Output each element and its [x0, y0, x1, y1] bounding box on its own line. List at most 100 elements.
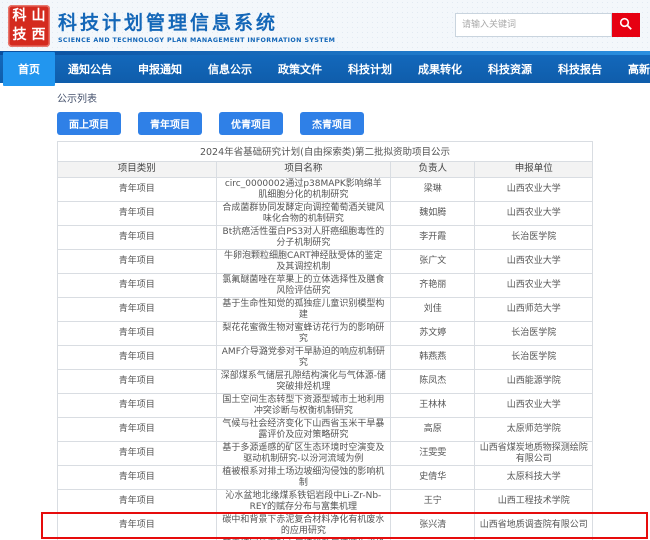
nav-item-label: 政策文件 — [278, 61, 322, 77]
cell-category: 青年项目 — [58, 250, 216, 273]
page: 科 山 技 西 科技计划管理信息系统 SCIENCE AND TECHNOLOG… — [0, 0, 650, 540]
table-row[interactable]: 青年项目 Bt抗癌活性蛋白PS3对人肝癌细胞毒性的分子机制研究 李开霞 长治医学… — [58, 226, 592, 250]
cell-project-name: 植被根系对排土场边坡细沟侵蚀的影响机制 — [216, 466, 391, 489]
filter-button-label: 杰青项目 — [312, 120, 352, 131]
table-row[interactable]: 青年项目 基于多源遥感的矿区生态环境时空演变及驱动机制研究-以汾河流域为例 汪雯… — [58, 442, 592, 466]
cell-unit: 山西农业大学 — [474, 274, 591, 297]
table-row[interactable]: 青年项目 基于生命性知觉的孤独症儿童识别模型构建 刘佳 山西师范大学 — [58, 298, 592, 322]
nav-item[interactable]: 信息公示 — [195, 55, 265, 83]
column-header-unit: 申报单位 — [474, 162, 591, 177]
cell-category: 青年项目 — [58, 490, 216, 513]
nav-item[interactable]: 科技资源 — [475, 55, 545, 83]
cell-category: 青年项目 — [58, 466, 216, 489]
filter-button-label: 优青项目 — [231, 120, 271, 131]
table-header-row: 项目类别 项目名称 负责人 申报单位 — [58, 162, 592, 178]
logo-char: 西 — [32, 27, 46, 44]
cell-leader: 王林林 — [390, 394, 474, 417]
nav-item[interactable]: 高新企业 — [615, 55, 650, 83]
column-header-name: 项目名称 — [216, 162, 391, 177]
cell-unit: 太原科技大学 — [474, 466, 591, 489]
table-title: 2024年省基础研究计划(自由探索类)第二批拟资助项目公示 — [58, 142, 592, 162]
table-row[interactable]: 青年项目 植被根系对排土场边坡细沟侵蚀的影响机制 史倩华 太原科技大学 — [58, 466, 592, 490]
cell-category: 青年项目 — [58, 346, 216, 369]
nav-item[interactable]: 通知公告 — [55, 55, 125, 83]
cell-category: 青年项目 — [58, 418, 216, 441]
cell-category: 青年项目 — [58, 226, 216, 249]
nav-item[interactable]: 科技计划 — [335, 55, 405, 83]
logo-char: 技 — [13, 27, 27, 44]
cell-unit: 山西能源学院 — [474, 370, 591, 393]
site-subtitle: SCIENCE AND TECHNOLOGY PLAN MANAGEMENT I… — [58, 37, 335, 44]
table-row[interactable]: 青年项目 牛卵泡颗粒细胞CART神经肽受体的鉴定及其调控机制 张广文 山西农业大… — [58, 250, 592, 274]
cell-leader: 梁琳 — [390, 178, 474, 201]
filter-button[interactable]: 面上项目 — [57, 112, 121, 135]
table-row[interactable]: 青年项目 合成菌群协同发酵定向调控葡萄酒关键风味化合物的机制研究 魏如腾 山西农… — [58, 202, 592, 226]
table-row[interactable]: 青年项目 国土空间生态转型下资源型城市土地利用冲突诊断与权衡机制研究 王林林 山… — [58, 394, 592, 418]
filter-button-label: 青年项目 — [150, 120, 190, 131]
cell-project-name: Bt抗癌活性蛋白PS3对人肝癌细胞毒性的分子机制研究 — [216, 226, 391, 249]
table-row[interactable]: 青年项目 气候与社会经济变化下山西省玉米干旱暴露评价及应对策略研究 高原 太原师… — [58, 418, 592, 442]
cell-unit: 长治医学院 — [474, 226, 591, 249]
logo-char: 科 — [13, 8, 27, 25]
filter-button[interactable]: 优青项目 — [219, 112, 283, 135]
nav-item-label: 申报通知 — [138, 61, 182, 77]
nav-item-label: 首页 — [18, 61, 40, 77]
cell-category: 青年项目 — [58, 322, 216, 345]
main-nav: 首页 通知公告 申报通知 信息公示 政策文件 科技计划 成果转化 — [0, 55, 650, 83]
filter-button[interactable]: 杰青项目 — [300, 112, 364, 135]
cell-category: 青年项目 — [58, 394, 216, 417]
cell-leader: 张广文 — [390, 250, 474, 273]
column-header-category: 项目类别 — [58, 162, 216, 177]
cell-category: 青年项目 — [58, 178, 216, 201]
cell-unit: 山西农业大学 — [474, 202, 591, 225]
cell-unit: 长治医学院 — [474, 346, 591, 369]
table-row[interactable]: 青年项目 circ_0000002通过p38MAPK影响绵羊肌细胞分化的机制研究… — [58, 178, 592, 202]
search-input[interactable] — [455, 13, 612, 37]
table-row[interactable]: 青年项目 AMF介导潞党参对干旱胁迫的响应机制研究 韩燕燕 长治医学院 — [58, 346, 592, 370]
cell-project-name: 沁水盆地北缘煤系铁铝岩段中Li-Zr-Nb-REY的赋存分布与富集机理 — [216, 490, 391, 513]
table-row[interactable]: 青年项目 梨花花蜜微生物对蜜蜂访花行为的影响研究 苏文婷 长治医学院 — [58, 322, 592, 346]
cell-leader: 齐艳丽 — [390, 274, 474, 297]
shanxi-science-seal-logo: 科 山 技 西 — [8, 5, 50, 47]
cell-project-name: 气候与社会经济变化下山西省玉米干旱暴露评价及应对策略研究 — [216, 418, 391, 441]
cell-leader: 王宁 — [390, 490, 474, 513]
table-row[interactable]: 青年项目 深部煤系气储层孔隙结构演化与气体源-储突破排烃机理 陈凤杰 山西能源学… — [58, 370, 592, 394]
nav-item[interactable]: 成果转化 — [405, 55, 475, 83]
nav-item[interactable]: 政策文件 — [265, 55, 335, 83]
search-icon — [619, 17, 633, 34]
cell-category: 青年项目 — [58, 514, 216, 537]
cell-unit: 山西农业大学 — [474, 178, 591, 201]
nav-item[interactable]: 首页 — [3, 52, 55, 86]
cell-unit: 山西师范大学 — [474, 298, 591, 321]
cell-unit: 长治医学院 — [474, 322, 591, 345]
cell-unit: 山西工程技术学院 — [474, 490, 591, 513]
cell-leader: 韩燕燕 — [390, 346, 474, 369]
table-body: 青年项目 circ_0000002通过p38MAPK影响绵羊肌细胞分化的机制研究… — [58, 178, 592, 540]
table-row[interactable]: 青年项目 碳中和背景下赤泥复合材料净化有机废水的应用研究 张兴清 山西省地质调查… — [58, 514, 592, 538]
filter-button-label: 面上项目 — [69, 120, 109, 131]
cell-project-name: 深部煤系气储层孔隙结构演化与气体源-储突破排烃机理 — [216, 370, 391, 393]
cell-leader: 汪雯雯 — [390, 442, 474, 465]
search-button[interactable] — [612, 13, 640, 37]
breadcrumb: 公示列表 — [57, 90, 650, 105]
cell-unit: 山西省煤炭地质物探测绘院有限公司 — [474, 442, 591, 465]
projects-table: 2024年省基础研究计划(自由探索类)第二批拟资助项目公示 项目类别 项目名称 … — [57, 141, 593, 540]
cell-project-name: 国土空间生态转型下资源型城市土地利用冲突诊断与权衡机制研究 — [216, 394, 391, 417]
cell-unit: 山西农业大学 — [474, 250, 591, 273]
cell-project-name: 基于生命性知觉的孤独症儿童识别模型构建 — [216, 298, 391, 321]
nav-item-label: 信息公示 — [208, 61, 252, 77]
cell-category: 青年项目 — [58, 442, 216, 465]
cell-category: 青年项目 — [58, 202, 216, 225]
site-title: 科技计划管理信息系统 — [58, 8, 335, 35]
filter-button[interactable]: 青年项目 — [138, 112, 202, 135]
table-row[interactable]: 青年项目 沁水盆地北缘煤系铁铝岩段中Li-Zr-Nb-REY的赋存分布与富集机理… — [58, 490, 592, 514]
header: 科 山 技 西 科技计划管理信息系统 SCIENCE AND TECHNOLOG… — [0, 0, 650, 51]
cell-project-name: 牛卵泡颗粒细胞CART神经肽受体的鉴定及其调控机制 — [216, 250, 391, 273]
nav-item-label: 成果转化 — [418, 61, 462, 77]
nav-item[interactable]: 科技报告 — [545, 55, 615, 83]
table-row[interactable]: 青年项目 氯氟醚菌唑在苹果上的立体选择性及膳食风险评估研究 齐艳丽 山西农业大学 — [58, 274, 592, 298]
nav-item[interactable]: 申报通知 — [125, 55, 195, 83]
cell-leader: 陈凤杰 — [390, 370, 474, 393]
cell-leader: 张兴清 — [390, 514, 474, 537]
cell-unit: 太原师范学院 — [474, 418, 591, 441]
